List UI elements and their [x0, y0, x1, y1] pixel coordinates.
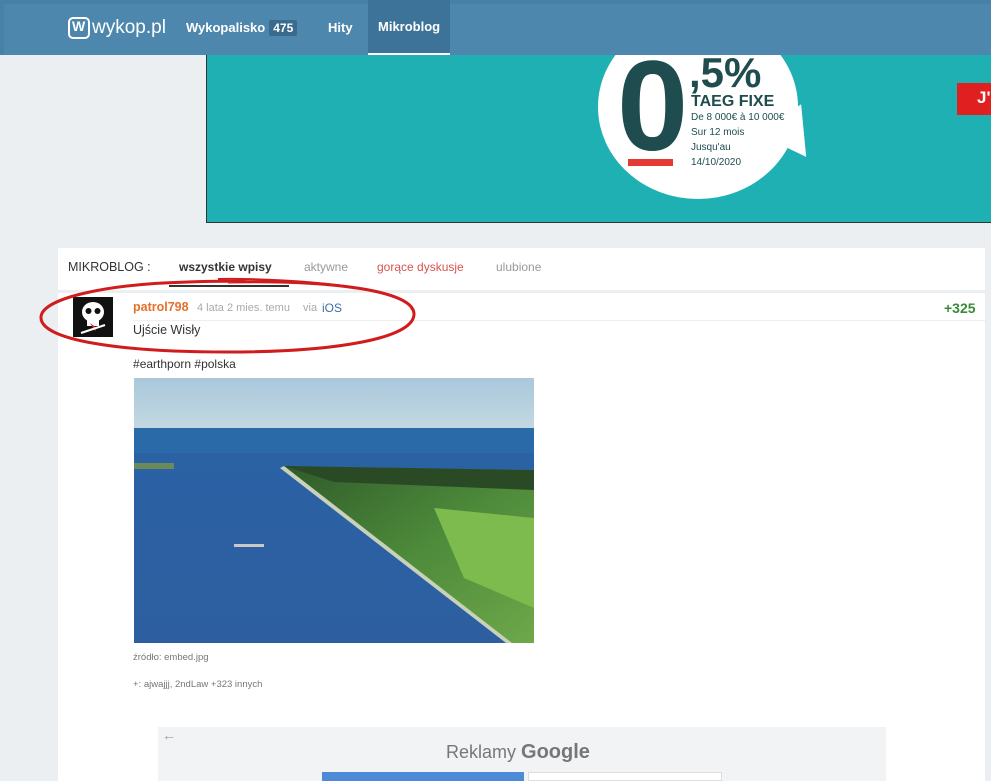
author-avatar[interactable] [73, 297, 113, 337]
ad-big-digit: 0 [617, 55, 689, 178]
mikroblog-entry: patrol798 4 lata 2 mies. temu via iOS +3… [58, 293, 985, 781]
ad-line-amount: De 8 000€ à 10 000€ [691, 112, 785, 123]
tab-wszystkie-wpisy[interactable]: wszystkie wpisy [179, 260, 272, 274]
back-arrow-icon[interactable]: ← [162, 727, 176, 743]
logo-text: wykop.pl [92, 17, 166, 38]
google-ads-primary-button[interactable] [322, 772, 524, 781]
entry-voters[interactable]: +: ajwajjj, 2ndLaw +323 innych [133, 679, 262, 690]
tag-earthporn[interactable]: earthporn [140, 357, 191, 371]
nav-wykopalisko-label: Wykopalisko [186, 20, 266, 35]
active-tab-indicator [169, 285, 289, 287]
tag-polska[interactable]: polska [201, 357, 236, 371]
mikroblog-tabs: MIKROBLOG : wszystkie wpisy aktywne gorą… [58, 248, 985, 290]
skull-avatar-icon [73, 297, 113, 337]
entry-score[interactable]: +325 [944, 300, 976, 316]
author-username[interactable]: patrol798 [133, 300, 189, 314]
tab-aktywne[interactable]: aktywne [304, 260, 348, 274]
tab-ulubione[interactable]: ulubione [496, 260, 541, 274]
nav-hity[interactable]: Hity [328, 0, 353, 55]
tab-gorace-dyskusje[interactable]: gorące dyskusje [377, 260, 464, 274]
nav-mikroblog[interactable]: Mikroblog [368, 0, 451, 55]
google-ads-secondary-button[interactable] [528, 772, 722, 781]
ad-cta-button[interactable]: J' [957, 83, 991, 115]
advertisement-banner[interactable]: 0 ,5% TAEG FIXE De 8 000€ à 10 000€ Sur … [206, 55, 991, 223]
ad-line-date: 14/10/2020 [691, 157, 742, 168]
entry-header-divider [133, 320, 985, 321]
wykop-logo-icon [68, 17, 90, 39]
google-ads-label: Reklamy Google [446, 741, 590, 764]
ad-rate: ,5% [689, 55, 762, 96]
google-ads-block: ← Reklamy Google [158, 727, 886, 781]
entry-photo[interactable] [134, 378, 534, 643]
photo-source: źródło: embed.jpg [133, 652, 209, 663]
google-ads-label-brand: Google [521, 741, 590, 763]
nav-wykopalisko-count-badge: 475 [269, 19, 298, 36]
ad-digit-underline [628, 159, 673, 166]
ad-line-until: Jusqu'au [691, 142, 731, 153]
site-logo[interactable]: wykop.pl [68, 16, 166, 40]
entry-timestamp: 4 lata 2 mies. temu [197, 302, 290, 314]
top-navigation-bar: wykop.pl Wykopalisko 475 Hity Mikroblog [0, 0, 991, 55]
ad-title: TAEG FIXE [691, 93, 775, 110]
nav-wykopalisko[interactable]: Wykopalisko 475 [186, 0, 298, 55]
vistula-mouth-photo [134, 378, 534, 643]
entry-client-link[interactable]: iOS [322, 301, 342, 315]
mikroblog-tabs-title: MIKROBLOG : [68, 260, 151, 274]
ad-line-duration: Sur 12 mois [691, 127, 745, 138]
entry-via-label: via [303, 302, 318, 314]
google-ads-label-prefix: Reklamy [446, 742, 517, 762]
entry-text: Ujście Wisły [133, 323, 201, 337]
entry-tags: #earthporn #polska [133, 357, 236, 371]
